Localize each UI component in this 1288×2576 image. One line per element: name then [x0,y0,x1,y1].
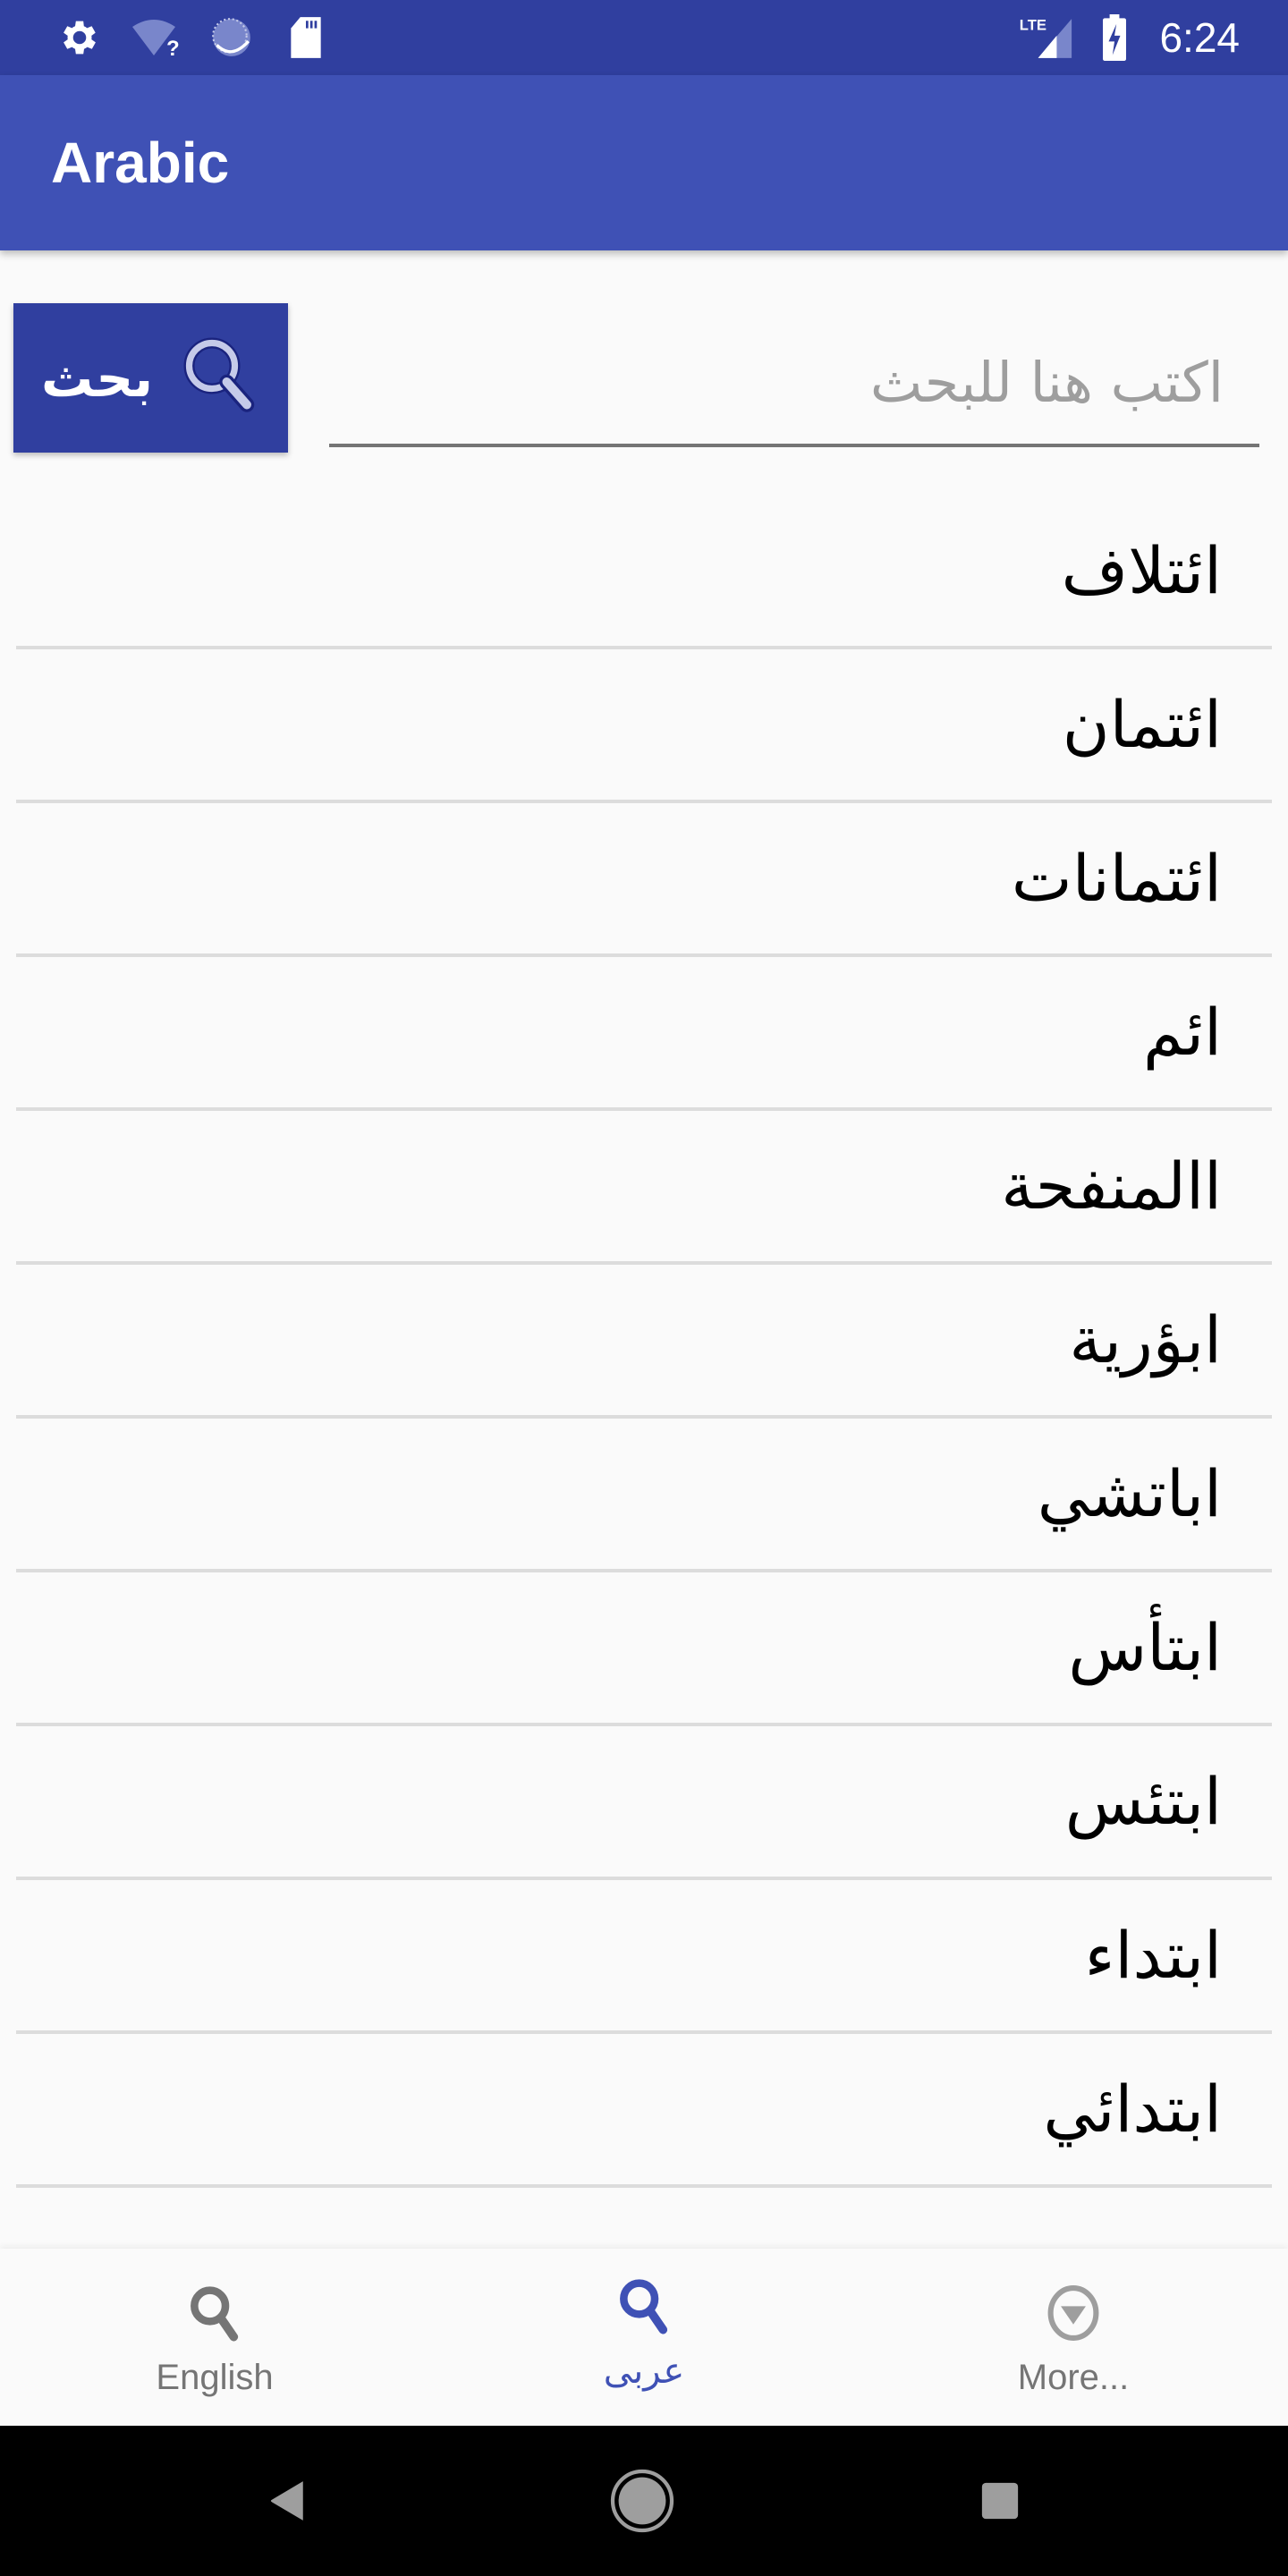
word-text: ابؤرية [1069,1302,1222,1377]
word-text: ابتدائي [1043,2072,1222,2147]
magnifier-icon [180,336,260,419]
list-item[interactable]: ائتلاف [16,496,1272,649]
battery-charging-icon [1098,14,1131,61]
home-icon[interactable] [606,2465,678,2537]
svg-text:LTE: LTE [1020,17,1046,34]
list-item[interactable]: ائتمان [16,649,1272,803]
sync-icon [208,16,256,59]
list-item[interactable]: ابتئس [16,1726,1272,1880]
svg-text:?: ? [166,37,180,60]
word-text: ائتمانات [1011,841,1222,916]
list-item[interactable]: ابتدائي [16,2034,1272,2188]
search-button[interactable]: بحث [13,303,288,453]
tab-english[interactable]: English [0,2249,429,2426]
gear-icon [55,16,104,59]
search-field [329,322,1259,447]
search-underline [329,444,1259,447]
word-text: ابتأس [1068,1610,1222,1685]
recents-icon[interactable] [964,2465,1036,2537]
lte-signal-icon: LTE [1018,16,1077,59]
bottom-navigation: English عربى More... [0,2249,1288,2426]
list-item[interactable]: ابتداء [16,1880,1272,2034]
system-navigation-bar [0,2426,1288,2576]
list-item[interactable]: اباتشي [16,1419,1272,1572]
word-text: ائتمان [1062,687,1222,762]
tab-arabic[interactable]: عربى [429,2249,859,2426]
tab-label: More... [1017,2357,1130,2397]
list-item[interactable]: ائم [16,957,1272,1111]
search-input[interactable] [329,322,1259,442]
word-text: ائم [1143,995,1222,1070]
status-bar: ? LTE 6:24 [0,0,1288,75]
page-title: Arabic [51,131,230,195]
wifi-unknown-icon: ? [130,16,185,60]
word-text: اباتشي [1037,1456,1222,1531]
clock: 6:24 [1159,14,1240,61]
list-item[interactable]: ابتأس [16,1572,1272,1726]
app-bar: Arabic [0,75,1288,250]
dropdown-circle-icon [1046,2277,1101,2349]
back-icon[interactable] [250,2465,322,2537]
word-text: االمنفحة [1001,1148,1222,1224]
search-icon [615,2270,673,2342]
search-icon [186,2277,243,2349]
list-item[interactable]: االمنفحة [16,1111,1272,1265]
word-text: ابتئس [1064,1764,1222,1839]
list-item[interactable]: ائتمانات [16,803,1272,957]
list-item[interactable]: ابؤرية [16,1265,1272,1419]
tab-label: عربى [603,2351,685,2392]
tab-label: English [156,2357,274,2397]
search-button-label: بحث [41,347,153,409]
word-list: ائتلاف ائتمان ائتمانات ائم االمنفحة ابؤر… [16,496,1272,2188]
sd-card-icon [286,16,326,59]
word-text: ائتلاف [1061,533,1222,608]
tab-more[interactable]: More... [859,2249,1288,2426]
word-text: ابتداء [1084,1918,1222,1993]
